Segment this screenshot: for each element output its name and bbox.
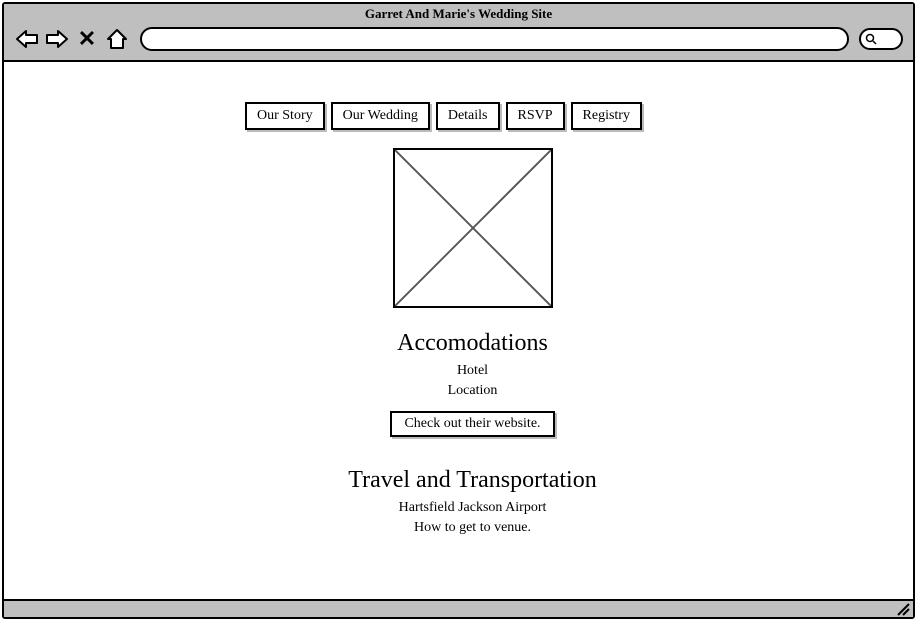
back-icon[interactable] [14, 26, 40, 52]
tab-our-story[interactable]: Our Story [245, 102, 325, 130]
travel-heading: Travel and Transportation [348, 467, 596, 494]
stop-icon[interactable]: ✕ [74, 26, 100, 52]
forward-icon[interactable] [44, 26, 70, 52]
image-placeholder [393, 148, 553, 308]
browser-toolbar: ✕ [14, 26, 903, 52]
tab-registry[interactable]: Registry [571, 102, 642, 130]
window-title: Garret And Marie's Wedding Site [4, 6, 913, 22]
search-icon [865, 33, 877, 45]
tab-details[interactable]: Details [436, 102, 500, 130]
resize-grip-icon[interactable] [896, 602, 910, 616]
travel-directions: How to get to venue. [414, 520, 531, 536]
website-button[interactable]: Check out their website. [390, 411, 554, 437]
page-content: Our Story Our Wedding Details RSVP Regis… [4, 62, 913, 599]
tab-rsvp[interactable]: RSVP [506, 102, 565, 130]
travel-airport: Hartsfield Jackson Airport [399, 500, 547, 516]
tab-our-wedding[interactable]: Our Wedding [331, 102, 430, 130]
accommodations-heading: Accomodations [397, 330, 548, 357]
search-button[interactable] [859, 28, 903, 50]
url-input[interactable] [140, 27, 849, 51]
accommodations-location: Location [448, 383, 498, 399]
home-icon[interactable] [104, 26, 130, 52]
nav-tabs: Our Story Our Wedding Details RSVP Regis… [245, 102, 642, 130]
statusbar [4, 599, 913, 617]
accommodations-hotel: Hotel [457, 363, 488, 379]
titlebar: Garret And Marie's Wedding Site ✕ [4, 4, 913, 62]
browser-window: Garret And Marie's Wedding Site ✕ Our St… [2, 2, 915, 619]
